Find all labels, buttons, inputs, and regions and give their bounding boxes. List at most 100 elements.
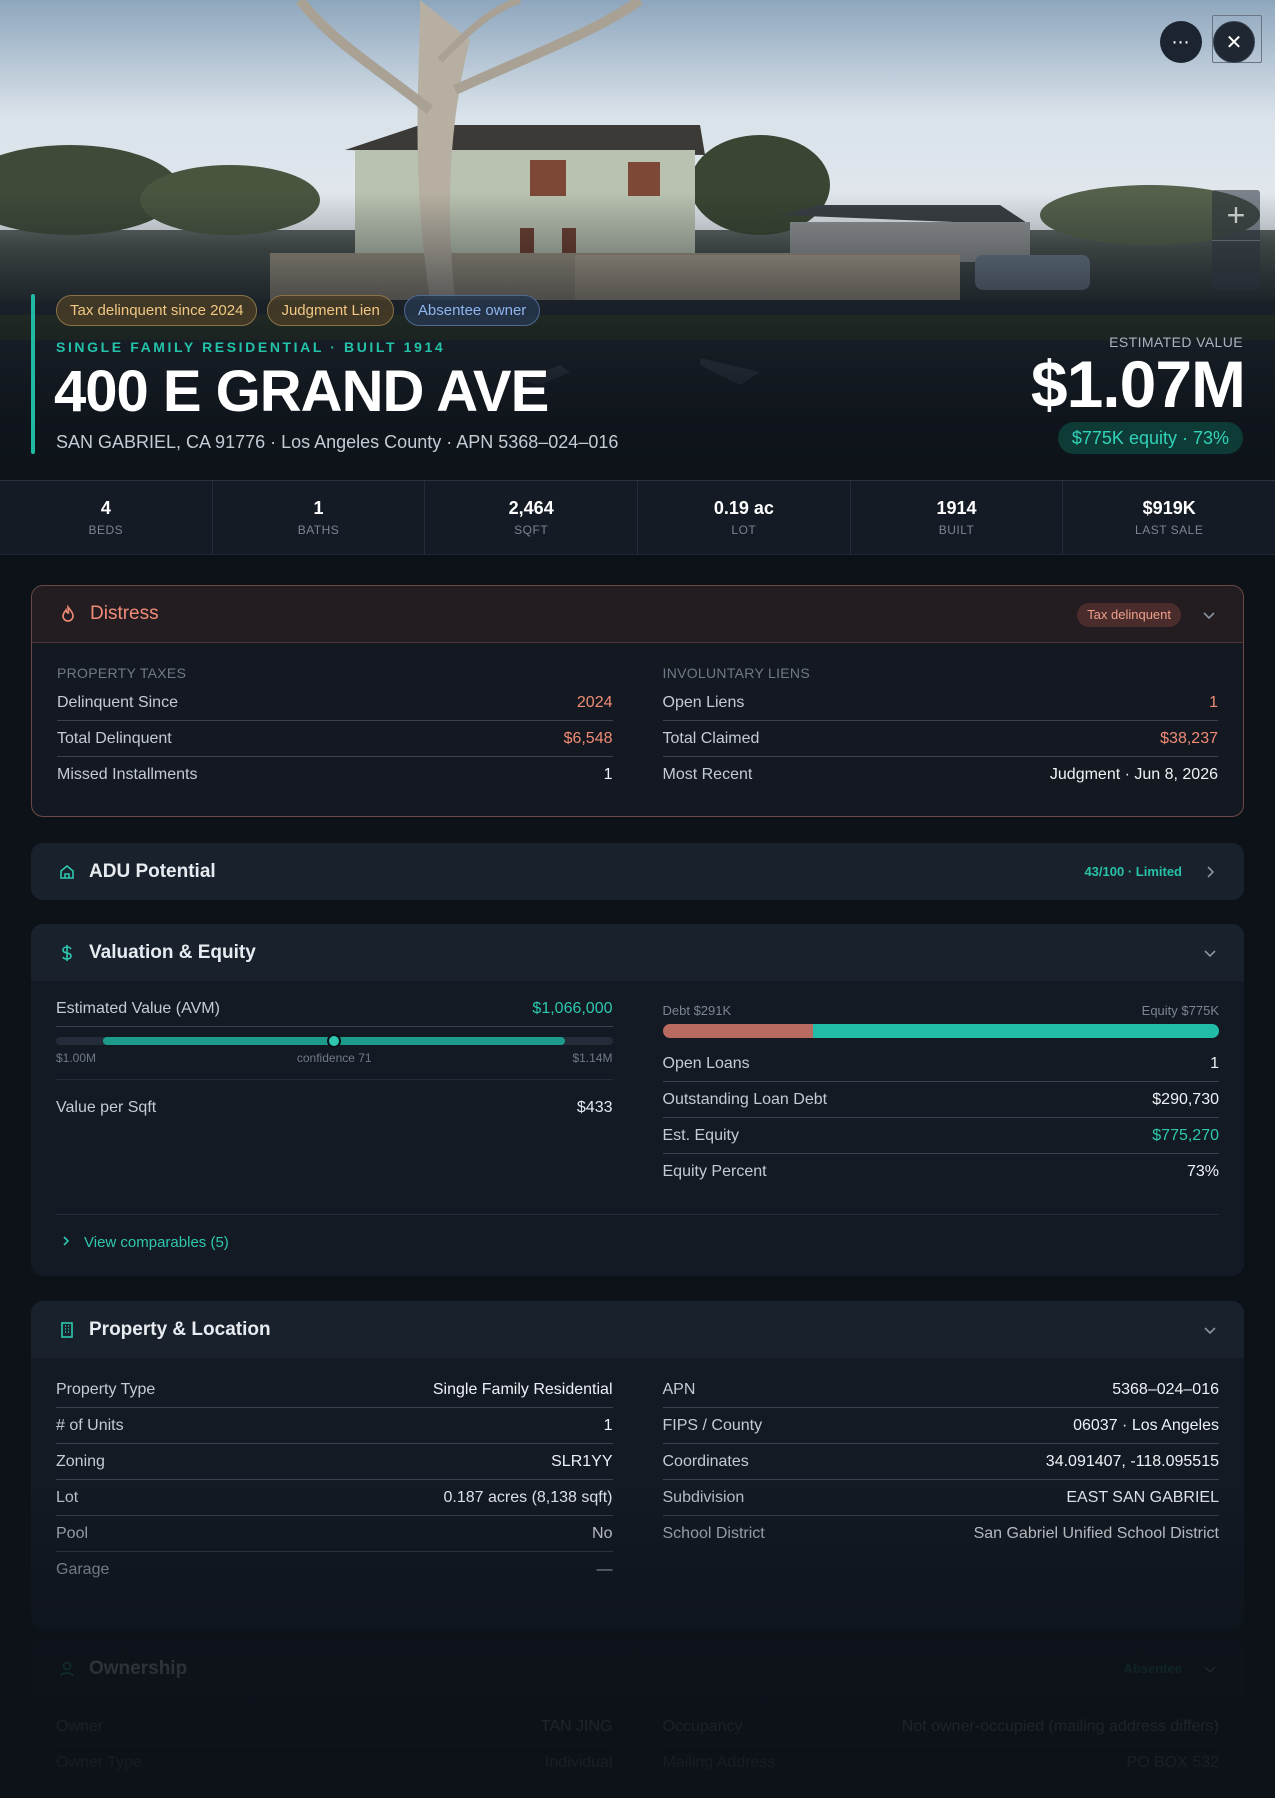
list-item: School District San Gabriel Unified Schoo… [663, 1516, 1220, 1552]
chip-tax-delinquent: Tax delinquent since 2024 [56, 295, 258, 326]
card-title: Property & Location [89, 1318, 271, 1340]
row-value: $38,237 [1160, 729, 1218, 747]
chevron-right-icon[interactable] [1202, 864, 1218, 880]
list-item: FIPS / County 06037 · Los Angeles [662, 1408, 1219, 1444]
involuntary-liens-section: INVOLUNTARY LIENS Open Liens 1 Total Clai… [662, 643, 1219, 793]
list-item: Garage — [56, 1552, 613, 1588]
accent-bar [31, 294, 35, 454]
chip-judgment-lien: Judgment Lien [267, 295, 394, 326]
row-key: Pool [56, 1524, 89, 1542]
row-value: $775,270 [1152, 1126, 1219, 1144]
stat-last-sale: $919K LAST SALE [1063, 481, 1275, 554]
row-value: $6,548 [563, 729, 613, 747]
page-title: 400 E GRAND AVE [54, 359, 549, 424]
zoom-control[interactable]: + [1212, 190, 1260, 290]
row-key: Delinquent Since [57, 693, 178, 711]
list-item: Est. Equity $775,270 [662, 1118, 1219, 1154]
adu-score: 43/100 · Limited [1084, 864, 1182, 879]
row-key: Most Recent [662, 766, 753, 783]
property-subline: SINGLE FAMILY RESIDENTIAL · BUILT 1914 [56, 339, 446, 355]
card-title: Ownership [89, 1657, 188, 1679]
row-key: Estimated Value (AVM) [56, 999, 220, 1017]
debt-equity-labels: Debt $291K Equity $775K [663, 1003, 1220, 1018]
section-label: INVOLUNTARY LIENS [662, 665, 810, 681]
adu-header[interactable]: ADU Potential 43/100 · Limited [31, 843, 1244, 900]
row-key: Garage [56, 1561, 110, 1578]
comparables-label: View comparables (5) [84, 1234, 229, 1251]
row-key: Value per Sqft [56, 1099, 157, 1116]
row-value: Single Family Residential [432, 1380, 613, 1398]
row-value: 73% [1186, 1163, 1219, 1180]
list-item: Occupancy Not owner-occupied (mailing add… [662, 1709, 1219, 1745]
debt-segment [662, 1024, 813, 1038]
confidence-label: confidence 71 [296, 1051, 372, 1065]
row-key: School District [662, 1525, 765, 1542]
list-item: # of Units 1 [56, 1408, 613, 1444]
card-title: Distress [90, 603, 159, 624]
location-line: SAN GABRIEL, CA 91776 · Los Angeles Coun… [56, 432, 619, 452]
chevron-down-icon[interactable] [1202, 945, 1218, 961]
card-title: ADU Potential [89, 860, 216, 882]
stat-baths: 1 BATHS [213, 481, 426, 554]
chevron-down-icon[interactable] [1202, 1322, 1218, 1338]
ellipsis-icon: ⋯ [1171, 32, 1191, 52]
list-item: Open Liens 1 [662, 685, 1218, 721]
more-options-button[interactable]: ⋯ [1160, 21, 1202, 63]
row-value: 5368–024–016 [1112, 1380, 1219, 1398]
chevron-down-icon[interactable] [1202, 1661, 1218, 1677]
row-key: Equity Percent [662, 1163, 767, 1180]
section-label: PROPERTY TAXES [57, 665, 187, 681]
adu-potential-card[interactable]: ADU Potential 43/100 · Limited [31, 843, 1244, 900]
user-icon [57, 1659, 77, 1679]
property-details: Property Type Single Family Residential #… [56, 1372, 613, 1588]
list-item: Most Recent Judgment · Jun 8, 2026 [663, 757, 1219, 793]
row-value: 1 [1210, 1054, 1219, 1072]
row-key: FIPS / County [662, 1416, 763, 1434]
chevron-down-icon[interactable] [1201, 607, 1217, 623]
row-key: Est. Equity [662, 1126, 739, 1144]
row-key: Total Delinquent [57, 729, 172, 747]
valuation-equity-card: Valuation & Equity Estimated Value (AVM)… [31, 924, 1244, 1276]
stat-value: 4 [100, 498, 111, 518]
row-key: Open Loans [662, 1054, 750, 1072]
distress-header[interactable]: Distress Tax delinquent [32, 586, 1243, 643]
home-icon [57, 862, 77, 882]
row-key: Zoning [56, 1452, 105, 1470]
list-item: Mailing Address PO BOX 532 [663, 1745, 1220, 1781]
row-key: Open Liens [662, 693, 745, 711]
value-range-bar [56, 1034, 613, 1048]
stat-built: 1914 BUILT [851, 481, 1064, 554]
row-value: 1 [603, 766, 613, 783]
row-value: $290,730 [1152, 1090, 1219, 1108]
row-value: Individual [544, 1754, 613, 1771]
row-value: EAST SAN GABRIEL [1066, 1488, 1219, 1506]
row-key: Lot [56, 1488, 79, 1506]
list-item: APN 5368–024–016 [662, 1372, 1219, 1408]
ownership-card: Ownership Absentee Owner TAN JING Owner T… [31, 1640, 1244, 1798]
row-key: Coordinates [662, 1452, 749, 1470]
stat-value: 1 [313, 498, 324, 518]
zoom-in-icon[interactable]: + [1227, 197, 1246, 233]
location-details: APN 5368–024–016 FIPS / County 06037 · Los… [662, 1372, 1220, 1588]
row-key: Missed Installments [57, 766, 198, 783]
view-comparables-link[interactable]: View comparables (5) [56, 1214, 1219, 1270]
stat-lot: 0.19 ac LOT [638, 481, 851, 554]
row-key: Owner Type [56, 1754, 142, 1771]
row-value: Judgment · Jun 8, 2026 [1049, 766, 1218, 783]
range-low: $1.00M [56, 1051, 97, 1065]
value-per-sqft-row: Value per Sqft $433 [56, 1080, 613, 1136]
row-value: San Gabriel Unified School District [973, 1525, 1219, 1542]
row-value: 34.091407, -118.095515 [1045, 1452, 1219, 1470]
valuation-header[interactable]: Valuation & Equity [31, 924, 1244, 981]
row-key: Outstanding Loan Debt [662, 1090, 828, 1108]
debt-label: Debt $291K [662, 1003, 732, 1018]
row-key: APN [662, 1380, 696, 1398]
stat-label: LOT [731, 523, 757, 537]
status-chips: Tax delinquent since 2024 Judgment Lien … [56, 295, 541, 326]
close-button[interactable]: ✕ [1213, 21, 1255, 63]
ownership-header[interactable]: Ownership Absentee [31, 1640, 1244, 1697]
status-badge: Absentee [1123, 1661, 1182, 1676]
property-location-card: Property & Location Property Type Single … [31, 1301, 1244, 1631]
stat-value: $919K [1142, 498, 1196, 518]
property-header[interactable]: Property & Location [31, 1301, 1244, 1358]
